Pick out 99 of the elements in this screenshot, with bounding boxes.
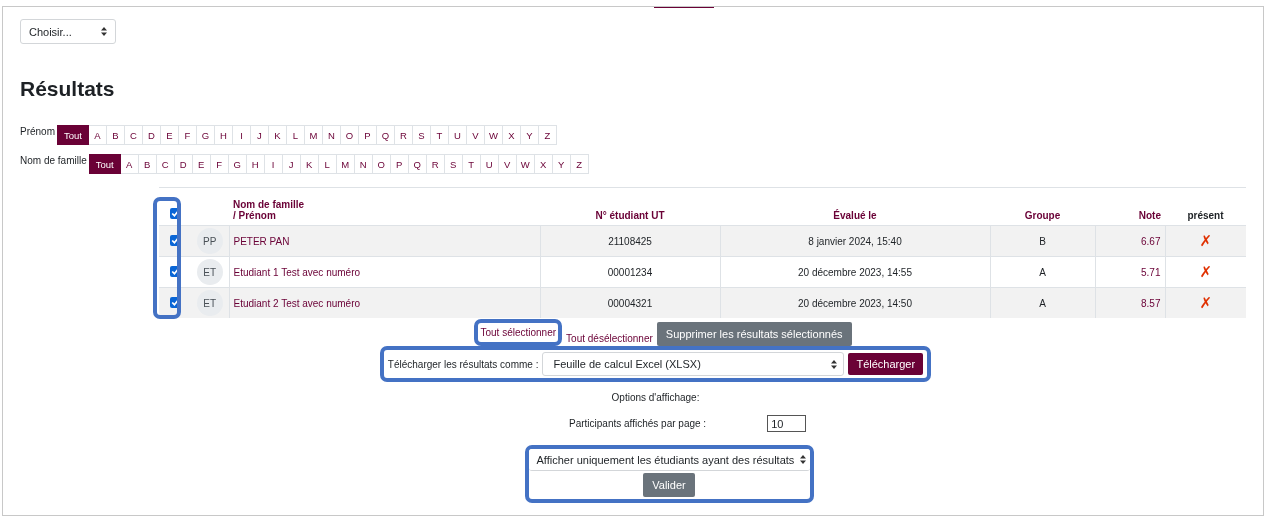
column-header[interactable]: Groupe [1024, 210, 1061, 221]
letter-link[interactable]: A [89, 125, 107, 145]
letter-link[interactable]: L [287, 125, 305, 145]
letter-link[interactable]: Q [377, 125, 395, 145]
group-select[interactable]: Choisir... [20, 19, 116, 44]
letter-link[interactable]: P [390, 154, 409, 174]
download-button[interactable]: Télécharger [848, 353, 924, 375]
deselect-all-link[interactable]: Tout désélectionner [566, 331, 653, 346]
letter-link[interactable]: O [341, 125, 359, 145]
grade-link[interactable]: 6.67 [1141, 235, 1161, 247]
options-title: Options d'affichage: [610, 392, 701, 403]
filter-select[interactable]: Afficher uniquement les étudiants ayant des résultats [528, 449, 810, 471]
letter-link[interactable]: D [143, 125, 161, 145]
letter-link[interactable]: P [359, 125, 377, 145]
letter-link[interactable]: Tout [57, 125, 89, 145]
letter-link[interactable]: V [498, 154, 517, 174]
letter-link[interactable]: S [413, 125, 431, 145]
column-header[interactable]: Évalué le [833, 210, 877, 221]
user-initials-avatar: PP [196, 228, 223, 254]
letter-link[interactable]: I [264, 154, 283, 174]
letter-link[interactable]: G [197, 125, 215, 145]
absent-mark: ✗ [1199, 232, 1213, 249]
grade-link[interactable]: 8.57 [1141, 297, 1161, 309]
letter-link[interactable]: C [125, 125, 143, 145]
group-cell: A [1039, 266, 1046, 278]
column-header: présent [1187, 210, 1224, 221]
format-select[interactable]: Feuille de calcul Excel (XLSX) [542, 352, 845, 376]
letter-link[interactable]: X [534, 154, 553, 174]
column-header[interactable]: Nom de famille / Prénom [233, 199, 305, 221]
letter-link[interactable]: D [174, 154, 193, 174]
letter-link[interactable]: Y [521, 125, 539, 145]
letter-link[interactable]: W [485, 125, 503, 145]
letter-link[interactable]: H [246, 154, 265, 174]
student-number: 00001234 [607, 266, 653, 278]
filter-label: Prénom [20, 126, 55, 137]
user-initials-avatar: ET [196, 259, 223, 285]
letter-link[interactable]: E [192, 154, 211, 174]
letter-link[interactable]: J [282, 154, 301, 174]
letter-link[interactable]: O [372, 154, 391, 174]
student-name-link[interactable]: PETER PAN [233, 235, 290, 247]
letter-link[interactable]: J [251, 125, 269, 145]
letter-link[interactable]: Y [552, 154, 571, 174]
group-cell: A [1039, 297, 1046, 309]
letter-link[interactable]: B [107, 125, 125, 145]
column-header[interactable]: Note [1138, 210, 1161, 221]
letter-link[interactable]: T [431, 125, 449, 145]
letter-link[interactable]: L [318, 154, 337, 174]
letter-link[interactable]: R [395, 125, 413, 145]
letter-link[interactable]: F [179, 125, 197, 145]
download-label: Télécharger les résultats comme : [387, 358, 539, 370]
evaluation-date: 20 décembre 2023, 14:55 [798, 266, 912, 278]
evaluation-date: 20 décembre 2023, 14:50 [798, 297, 912, 309]
letter-link[interactable]: I [233, 125, 251, 145]
letter-link[interactable]: V [467, 125, 485, 145]
letter-link[interactable]: M [305, 125, 323, 145]
evaluation-date: 8 janvier 2024, 15:40 [808, 235, 902, 247]
select-all-link[interactable]: Tout sélectionner [480, 325, 557, 340]
letter-link[interactable]: H [215, 125, 233, 145]
group-cell: B [1039, 235, 1046, 247]
per-page-label: Participants affichés par page : [569, 418, 707, 429]
absent-mark: ✗ [1199, 263, 1213, 280]
page-heading: Résultats [20, 77, 116, 102]
letter-link[interactable]: C [156, 154, 175, 174]
column-header[interactable]: N° étudiant UT [595, 210, 665, 221]
letter-link[interactable]: A [120, 154, 139, 174]
student-number: 21108425 [608, 235, 652, 247]
letter-link[interactable]: S [444, 154, 463, 174]
letter-link[interactable]: G [228, 154, 247, 174]
per-page-field[interactable]: 10 [767, 415, 807, 432]
absent-mark: ✗ [1199, 294, 1213, 311]
letter-link[interactable]: U [480, 154, 499, 174]
letter-link[interactable]: Tout [88, 154, 121, 174]
user-initials-avatar: ET [196, 290, 223, 316]
letter-link[interactable]: K [269, 125, 287, 145]
letter-link[interactable]: E [161, 125, 179, 145]
student-number: 00004321 [607, 297, 653, 309]
submit-button[interactable]: Valider [643, 473, 695, 497]
letter-link[interactable]: Z [539, 125, 557, 145]
letter-link[interactable]: R [426, 154, 445, 174]
letter-link[interactable]: N [323, 125, 341, 145]
letter-link[interactable]: Q [408, 154, 427, 174]
letter-link[interactable]: M [336, 154, 355, 174]
letter-link[interactable]: B [138, 154, 157, 174]
delete-selected-button[interactable]: Supprimer les résultats sélectionnés [656, 322, 852, 346]
filter-label: Nom de famille [20, 155, 87, 166]
updown-icon [799, 455, 806, 464]
letter-link[interactable]: T [462, 154, 481, 174]
grade-link[interactable]: 5.71 [1141, 266, 1161, 278]
letter-link[interactable]: U [449, 125, 467, 145]
student-name-link[interactable]: Etudiant 1 Test avec numéro [233, 266, 361, 278]
letter-link[interactable]: W [516, 154, 535, 174]
letter-link[interactable]: K [300, 154, 319, 174]
student-name-link[interactable]: Etudiant 2 Test avec numéro [233, 297, 361, 309]
letter-link[interactable]: N [354, 154, 373, 174]
letter-link[interactable]: Z [570, 154, 589, 174]
updown-icon [831, 359, 838, 369]
updown-icon [101, 27, 107, 36]
letter-link[interactable]: X [503, 125, 521, 145]
letter-link[interactable]: F [210, 154, 229, 174]
